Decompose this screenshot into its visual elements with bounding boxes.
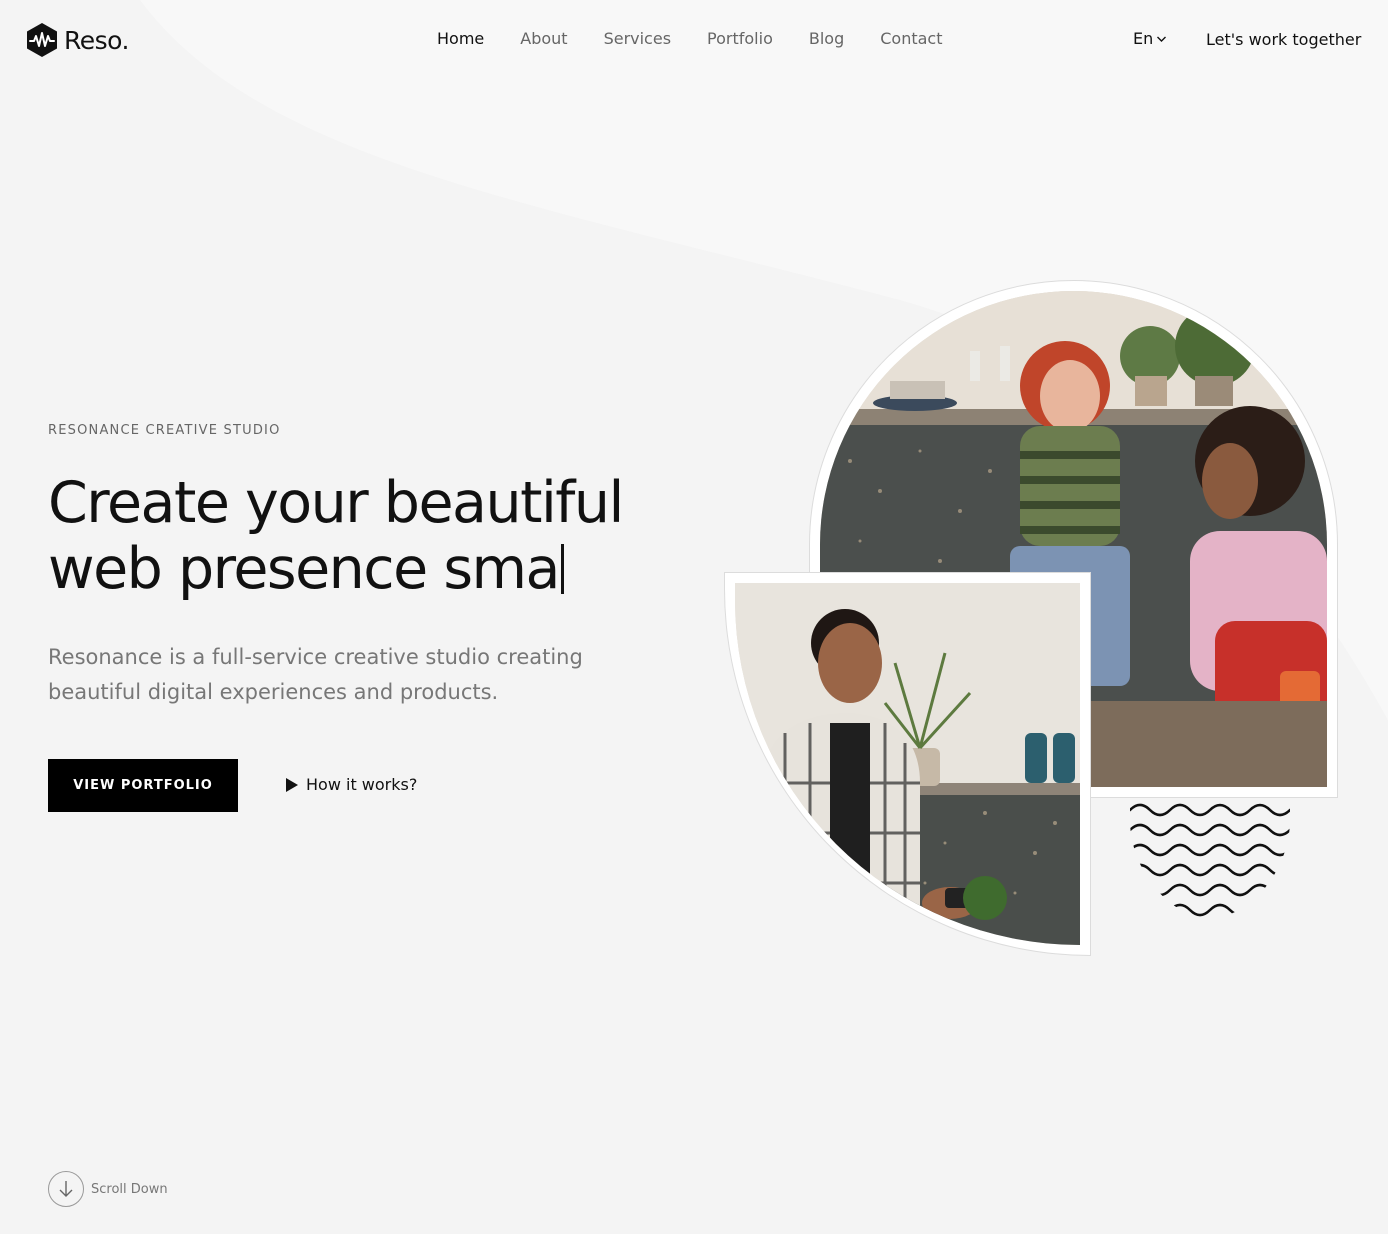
work-together-link[interactable]: Let's work together [1206, 30, 1361, 49]
nav-item-contact[interactable]: Contact [880, 29, 942, 48]
how-it-works-link[interactable]: How it works? [286, 775, 417, 794]
arrow-down-icon [59, 1181, 73, 1197]
language-selector[interactable]: En [1133, 29, 1167, 48]
hero-description: Resonance is a full-service creative stu… [48, 645, 583, 704]
language-label: En [1133, 29, 1154, 48]
headline-line-2: web presence sma [48, 536, 561, 602]
hero-man-photo [735, 583, 1080, 945]
headline-line-1: Create your beautiful [48, 470, 624, 536]
man-portrait-illustration [735, 583, 1080, 945]
scroll-down-link[interactable]: Scroll Down [48, 1171, 168, 1207]
scroll-circle [48, 1171, 84, 1207]
nav-item-blog[interactable]: Blog [809, 29, 844, 48]
typing-cursor [561, 544, 564, 594]
nav-item-services[interactable]: Services [604, 29, 671, 48]
site-header: Reso. Home About Services Portfolio Blog… [0, 0, 1388, 80]
brand-name: Reso. [64, 25, 129, 55]
nav-item-home[interactable]: Home [437, 29, 484, 48]
nav-item-portfolio[interactable]: Portfolio [707, 29, 773, 48]
hero-photo-frame [724, 572, 1091, 956]
how-it-works-label: How it works? [306, 775, 418, 794]
chevron-down-icon [1157, 36, 1167, 42]
nav-item-about[interactable]: About [520, 29, 567, 48]
play-icon [286, 777, 298, 792]
wavy-lines-icon [1130, 803, 1290, 917]
scroll-down-label: Scroll Down [91, 1181, 168, 1197]
hero-headline: Create your beautiful web presence sma [48, 470, 688, 602]
logo[interactable]: Reso. [25, 22, 129, 58]
main-nav: Home About Services Portfolio Blog Conta… [437, 29, 978, 48]
waveform-hexagon-icon [27, 23, 57, 57]
hero-eyebrow: RESONANCE CREATIVE STUDIO [48, 423, 281, 438]
view-portfolio-button[interactable]: VIEW PORTFOLIO [48, 759, 238, 812]
